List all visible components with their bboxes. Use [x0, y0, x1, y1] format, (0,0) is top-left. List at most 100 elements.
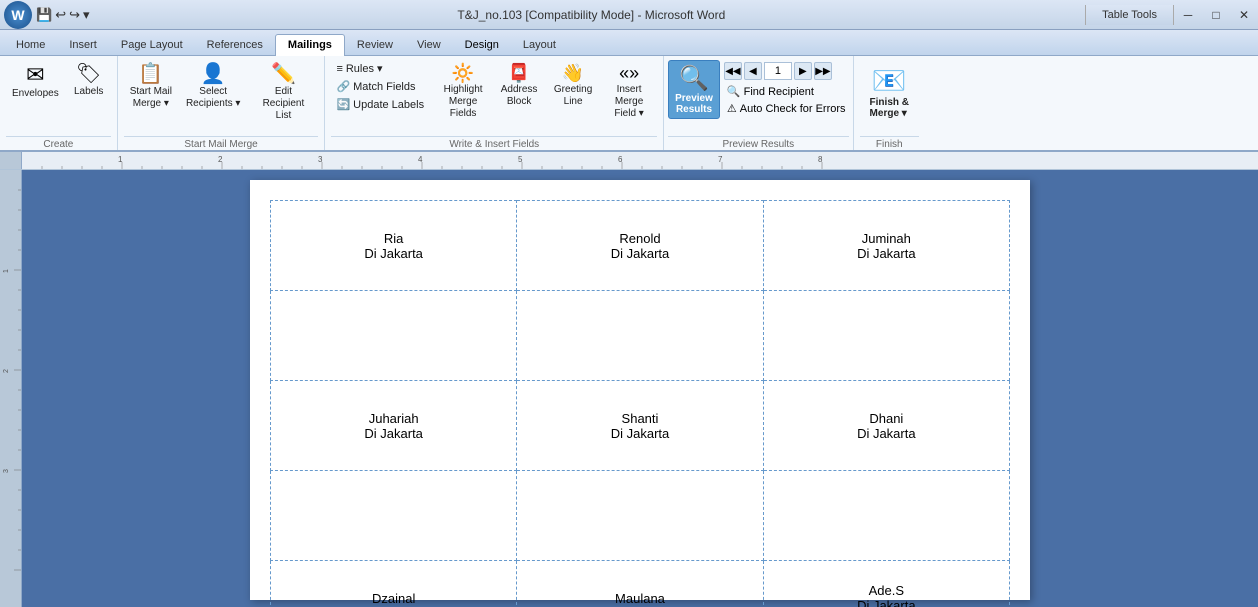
svg-text:3: 3	[3, 469, 10, 473]
nav-page-input[interactable]	[764, 62, 792, 80]
svg-text:2: 2	[3, 369, 10, 373]
preview-results-content: 🔍 PreviewResults ◀◀ ◀ ▶ ▶▶ 🔍 Find Recipi…	[668, 60, 848, 134]
rules-button[interactable]: ≡ Rules ▾	[331, 60, 387, 77]
tab-view[interactable]: View	[405, 35, 453, 55]
highlight-merge-fields-button[interactable]: 🔆 Highlight Merge Fields	[435, 60, 491, 124]
finish-section: 📧 Finish &Merge ▾ Finish	[854, 56, 925, 150]
nav-next-button[interactable]: ▶	[794, 62, 812, 80]
write-insert-label: Write & Insert Fields	[331, 136, 657, 150]
create-section: ✉ Envelopes 🏷 Labels Create	[0, 56, 118, 150]
finish-label-section: Finish	[860, 136, 919, 150]
start-mail-merge-button[interactable]: 📋 Start MailMerge ▾	[124, 60, 178, 114]
insert-merge-label: Insert Merge Field ▾	[607, 84, 651, 120]
titlebar: W 💾 ↩ ↪ ▾ T&J_no.103 [Compatibility Mode…	[0, 0, 1258, 30]
undo-icon[interactable]: ↩	[55, 7, 66, 23]
vertical-ruler-svg: 1 2 3	[0, 170, 22, 607]
table-cell-1-1[interactable]	[517, 291, 763, 381]
edit-recipient-list-button[interactable]: ✏️ EditRecipient List	[248, 60, 318, 126]
greeting-label: Greeting Line	[553, 84, 593, 108]
preview-results-label: Preview Results	[668, 136, 848, 150]
rules-icon: ≡	[336, 63, 342, 75]
table-cell-1-0[interactable]	[271, 291, 517, 381]
table-cell-0-0[interactable]: RiaDi Jakarta	[271, 201, 517, 291]
table-cell-0-2[interactable]: JuminahDi Jakarta	[763, 201, 1009, 291]
nav-last-button[interactable]: ▶▶	[814, 62, 832, 80]
cell-name-0-0: Ria	[279, 231, 508, 246]
match-fields-icon: 🔗	[336, 80, 350, 93]
table-cell-2-0[interactable]: JuhariahDi Jakarta	[271, 381, 517, 471]
write-insert-section: ≡ Rules ▾ 🔗 Match Fields 🔄 Update Labels…	[325, 56, 664, 150]
svg-text:3: 3	[318, 155, 323, 164]
svg-text:1: 1	[3, 269, 10, 273]
document-page: RiaDi JakartaRenoldDi JakartaJuminahDi J…	[250, 180, 1030, 600]
preview-icon: 🔍	[679, 64, 709, 93]
rules-label: Rules ▾	[346, 62, 383, 75]
tab-page-layout[interactable]: Page Layout	[109, 35, 195, 55]
table-cell-4-0[interactable]: DzainalDi Jakarta	[271, 561, 517, 607]
svg-text:1: 1	[118, 155, 123, 164]
labels-button[interactable]: 🏷 Labels	[67, 60, 111, 102]
tab-home[interactable]: Home	[4, 35, 57, 55]
tab-mailings[interactable]: Mailings	[275, 34, 345, 56]
svg-text:6: 6	[618, 155, 623, 164]
table-cell-2-1[interactable]: ShantiDi Jakarta	[517, 381, 763, 471]
table-cell-1-2[interactable]	[763, 291, 1009, 381]
mail-merge-table: RiaDi JakartaRenoldDi JakartaJuminahDi J…	[270, 200, 1010, 607]
main-area: 1 2 3 RiaDi JakartaRenoldDi JakartaJumin…	[0, 170, 1258, 607]
finish-merge-button[interactable]: 📧 Finish &Merge ▾	[860, 60, 919, 123]
nav-first-button[interactable]: ◀◀	[724, 62, 742, 80]
table-cell-4-2[interactable]: Ade.SDi Jakarta|	[763, 561, 1009, 607]
preview-side-buttons: 🔍 Find Recipient ⚠ Auto Check for Errors	[724, 84, 849, 116]
tab-review[interactable]: Review	[345, 35, 405, 55]
table-cell-0-1[interactable]: RenoldDi Jakarta	[517, 201, 763, 291]
envelope-icon: ✉	[26, 64, 44, 86]
ruler-svg: 1 2 3 4 5 6 7 8	[22, 152, 1258, 169]
redo-icon[interactable]: ↪	[69, 7, 80, 23]
nav-controls: ◀◀ ◀ ▶ ▶▶	[724, 62, 849, 80]
cell-city-4-2: Di Jakarta	[772, 598, 1001, 607]
labels-label: Labels	[74, 86, 103, 98]
preview-results-button[interactable]: 🔍 PreviewResults	[668, 60, 720, 119]
cell-name-4-2: Ade.S	[772, 583, 1001, 598]
greeting-line-button[interactable]: 👋 Greeting Line	[547, 60, 599, 112]
cell-city-0-0: Di Jakarta	[279, 246, 508, 261]
select-recipients-button[interactable]: 👤 SelectRecipients ▾	[180, 60, 247, 114]
tab-references[interactable]: References	[195, 35, 275, 55]
greeting-icon: 👋	[562, 64, 584, 82]
nav-prev-button[interactable]: ◀	[744, 62, 762, 80]
envelopes-label: Envelopes	[12, 88, 59, 100]
table-cell-2-2[interactable]: DhaniDi Jakarta	[763, 381, 1009, 471]
address-block-icon: 📮	[508, 64, 530, 82]
auto-check-icon: ⚠	[727, 102, 737, 115]
envelopes-button[interactable]: ✉ Envelopes	[6, 60, 65, 104]
auto-check-label: Auto Check for Errors	[740, 103, 846, 115]
tab-layout[interactable]: Layout	[511, 35, 568, 55]
address-block-button[interactable]: 📮 Address Block	[493, 60, 545, 112]
insert-merge-field-button[interactable]: «» Insert Merge Field ▾	[601, 60, 657, 124]
match-fields-button[interactable]: 🔗 Match Fields	[331, 78, 420, 95]
tab-insert[interactable]: Insert	[57, 35, 109, 55]
find-recipient-button[interactable]: 🔍 Find Recipient	[724, 84, 849, 99]
dropdown-icon[interactable]: ▾	[83, 7, 90, 23]
cell-name-0-1: Renold	[525, 231, 754, 246]
tab-design[interactable]: Design	[453, 35, 511, 55]
edit-recipient-label: EditRecipient List	[254, 86, 312, 122]
minimize-button[interactable]: ─	[1174, 1, 1202, 29]
maximize-button[interactable]: □	[1202, 1, 1230, 29]
save-icon[interactable]: 💾	[36, 7, 52, 23]
table-cell-4-1[interactable]: MaulanaDi Jakarta	[517, 561, 763, 607]
update-labels-label: Update Labels	[353, 99, 424, 111]
highlight-label: Highlight Merge Fields	[441, 84, 485, 120]
vertical-ruler: 1 2 3	[0, 170, 22, 607]
document-area[interactable]: RiaDi JakartaRenoldDi JakartaJuminahDi J…	[22, 170, 1258, 607]
find-recipient-icon: 🔍	[727, 85, 741, 98]
update-labels-button[interactable]: 🔄 Update Labels	[331, 96, 429, 113]
auto-check-errors-button[interactable]: ⚠ Auto Check for Errors	[724, 101, 849, 116]
close-button[interactable]: ✕	[1230, 1, 1258, 29]
table-cell-3-2[interactable]	[763, 471, 1009, 561]
svg-text:5: 5	[518, 155, 523, 164]
table-cell-3-1[interactable]	[517, 471, 763, 561]
start-mail-merge-buttons: 📋 Start MailMerge ▾ 👤 SelectRecipients ▾…	[124, 60, 319, 134]
table-cell-3-0[interactable]	[271, 471, 517, 561]
write-insert-content: ≡ Rules ▾ 🔗 Match Fields 🔄 Update Labels…	[331, 60, 657, 134]
